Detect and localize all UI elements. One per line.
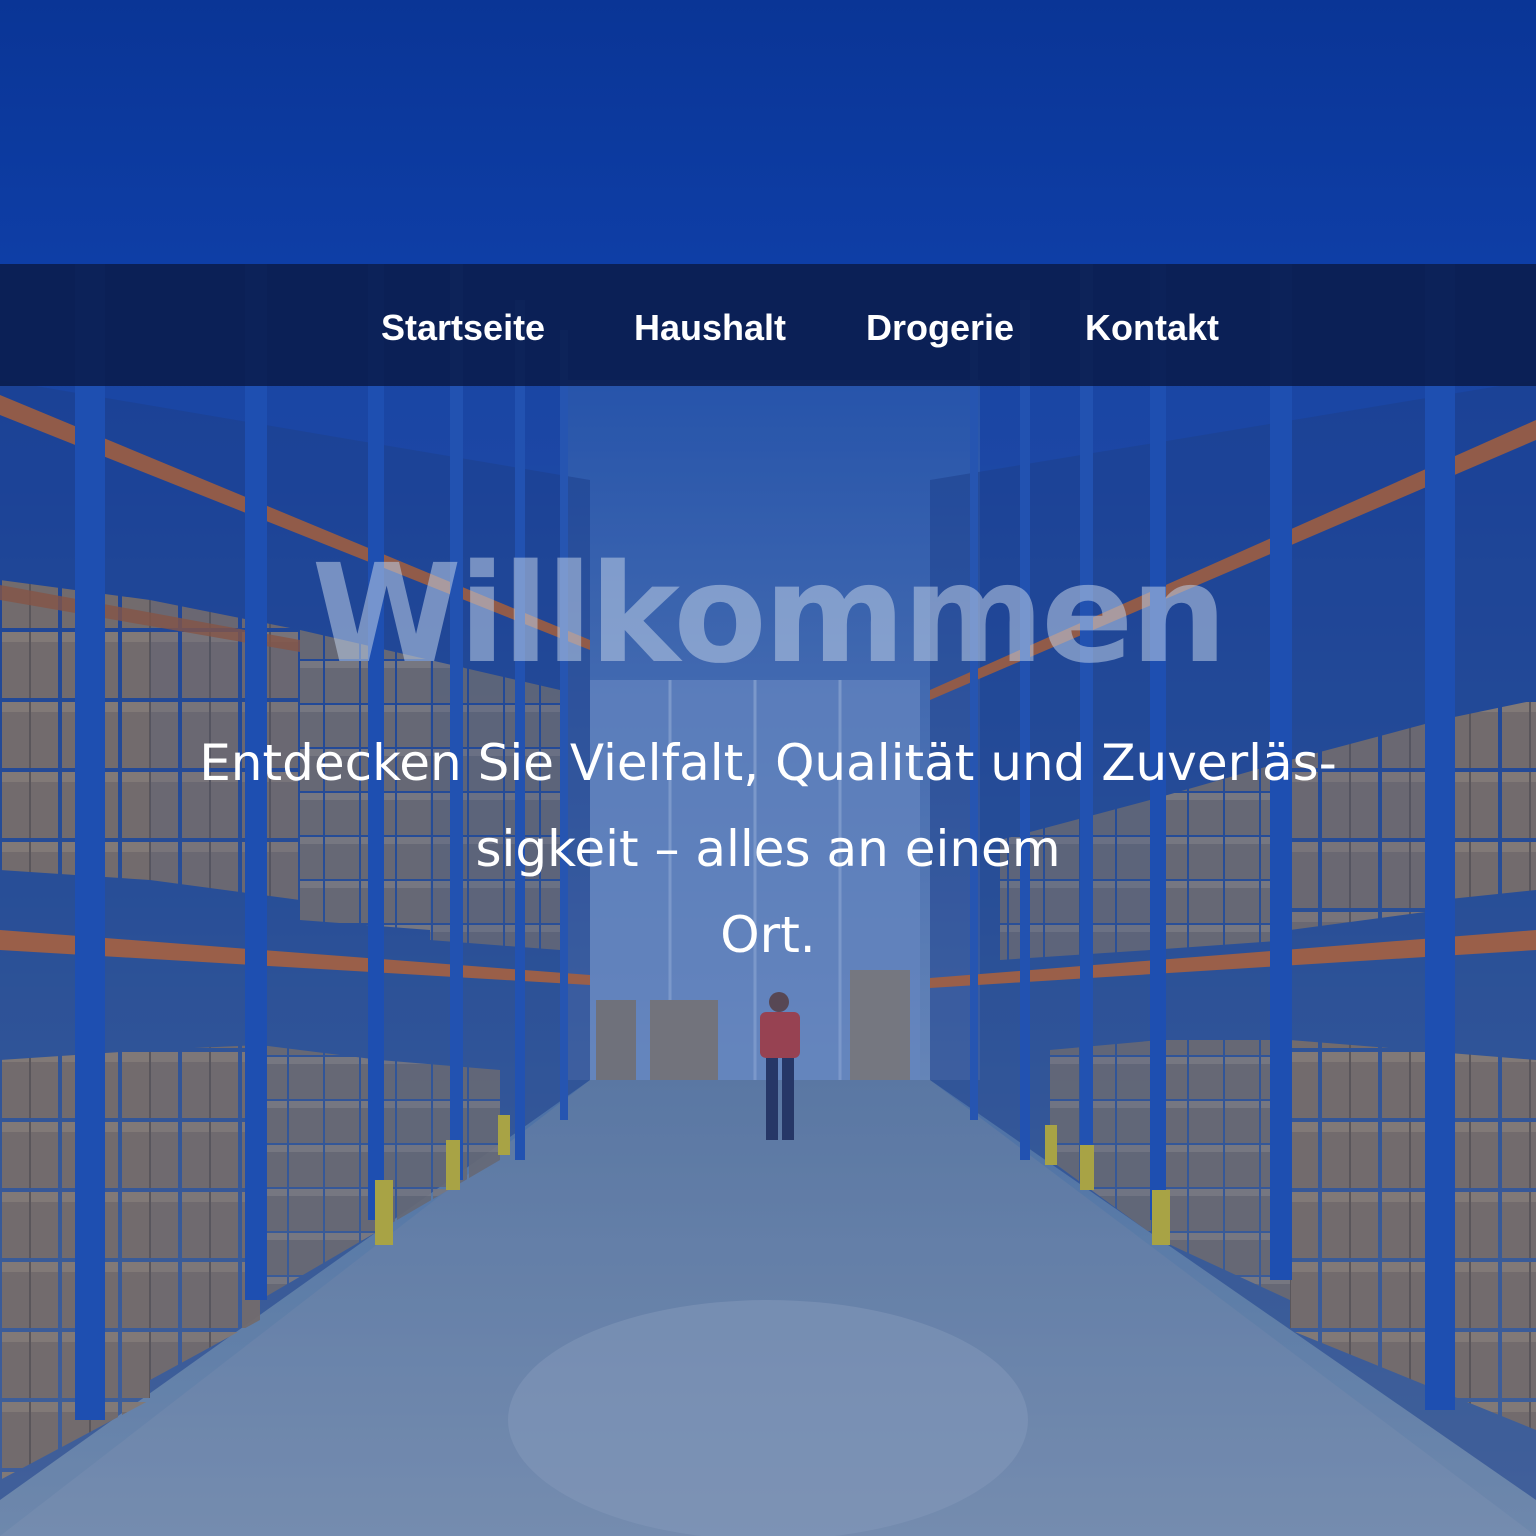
- main-navigation: Startseite Haushalt Drogerie Kontakt: [0, 264, 1536, 386]
- hero-subtitle-line-2: sigkeit – alles an einem: [475, 820, 1061, 878]
- hero-subtitle-line-3: Ort.: [720, 906, 816, 964]
- nav-link-drogerie[interactable]: Drogerie: [866, 308, 1014, 348]
- page: Startseite Haushalt Drogerie Kontakt Wil…: [0, 0, 1536, 1536]
- header-banner: [0, 0, 1536, 264]
- hero-title: Willkommen: [311, 536, 1228, 694]
- nav-link-haushalt[interactable]: Haushalt: [634, 308, 786, 348]
- hero-subtitle-line-1: Entdecken Sie Vielfalt, Qualität und Zuv…: [199, 734, 1337, 792]
- nav-link-startseite[interactable]: Startseite: [381, 308, 545, 348]
- nav-link-kontakt[interactable]: Kontakt: [1085, 308, 1219, 348]
- hero-subtitle: Entdecken Sie Vielfalt, Qualität und Zuv…: [148, 720, 1388, 978]
